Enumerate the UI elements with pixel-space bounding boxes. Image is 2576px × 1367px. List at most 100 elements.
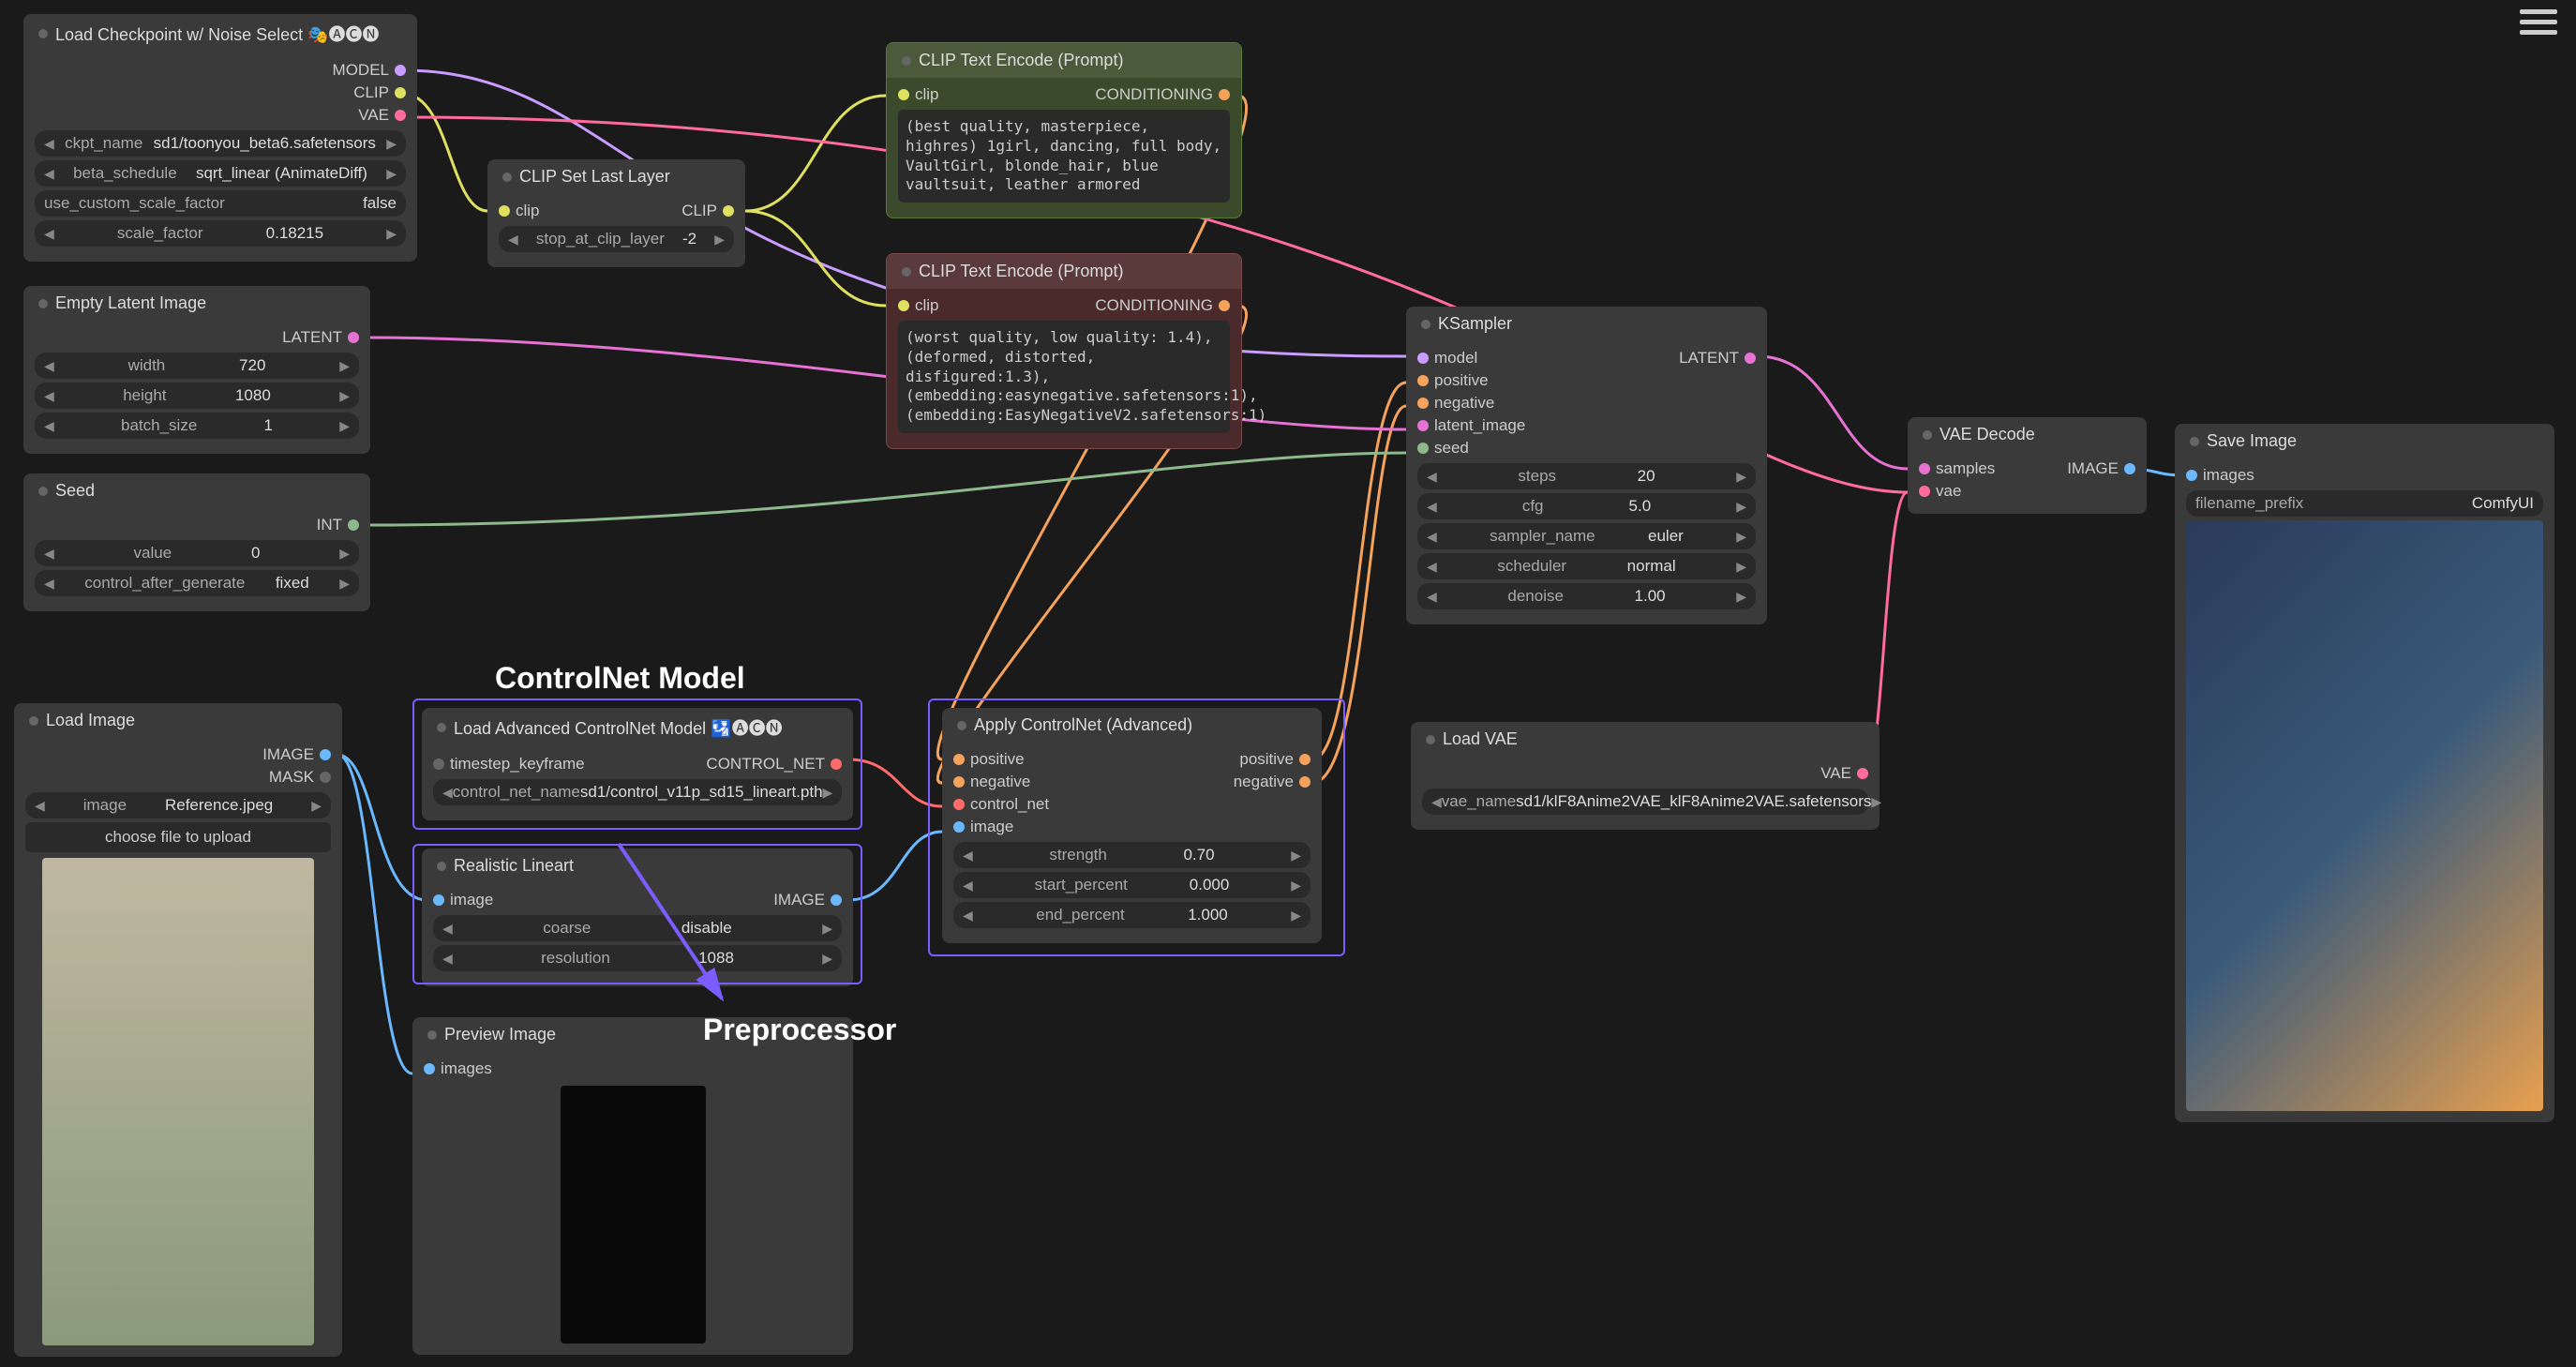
- slot-dot[interactable]: [348, 332, 359, 343]
- slot-dot[interactable]: [1219, 89, 1230, 100]
- prompt-text[interactable]: (worst quality, low quality: 1.4), (defo…: [898, 321, 1230, 433]
- widget-cfg[interactable]: ◀cfg5.0▶: [1417, 493, 1756, 519]
- widget-batch[interactable]: ◀batch_size1▶: [35, 413, 359, 439]
- widget-ckpt-name[interactable]: ◀ckpt_namesd1/toonyou_beta6.safetensors▶: [35, 130, 406, 157]
- node-load-adv-controlnet[interactable]: Load Advanced ControlNet Model 🛂🅐🅒🅝 time…: [422, 708, 853, 820]
- node-header[interactable]: Seed: [23, 473, 370, 508]
- slot-dot[interactable]: [1219, 300, 1230, 311]
- node-ksampler[interactable]: KSampler modelLATENT positive negative l…: [1406, 307, 1767, 624]
- widget-stop-at[interactable]: ◀stop_at_clip_layer-2▶: [499, 226, 734, 252]
- slot-dot[interactable]: [1299, 754, 1310, 765]
- node-canvas[interactable]: Load Checkpoint w/ Noise Select 🎭🅐🅒🅝 MOD…: [0, 0, 2576, 1367]
- node-title: Apply ControlNet (Advanced): [974, 715, 1192, 735]
- choose-file-button[interactable]: choose file to upload: [25, 822, 331, 852]
- slot-dot[interactable]: [1417, 375, 1429, 386]
- node-load-image[interactable]: Load Image IMAGE MASK ◀imageReference.jp…: [14, 703, 342, 1357]
- node-vae-decode[interactable]: VAE Decode samplesIMAGE vae: [1908, 417, 2147, 514]
- node-header[interactable]: Apply ControlNet (Advanced): [942, 708, 1322, 743]
- node-load-checkpoint[interactable]: Load Checkpoint w/ Noise Select 🎭🅐🅒🅝 MOD…: [23, 14, 417, 262]
- node-load-vae[interactable]: Load VAE VAE ◀vae_namesd1/klF8Anime2VAE_…: [1411, 722, 1880, 830]
- widget-height[interactable]: ◀height1080▶: [35, 383, 359, 409]
- slot-dot[interactable]: [1417, 398, 1429, 409]
- widget-filename[interactable]: filename_prefixComfyUI: [2186, 490, 2543, 517]
- slot-dot[interactable]: [320, 749, 331, 760]
- slot-dot[interactable]: [1745, 353, 1756, 364]
- node-header[interactable]: KSampler: [1406, 307, 1767, 341]
- slot-dot[interactable]: [953, 799, 965, 810]
- node-title: Preview Image: [444, 1025, 556, 1044]
- input-image: image: [450, 891, 493, 909]
- widget-sampler[interactable]: ◀sampler_nameeuler▶: [1417, 523, 1756, 549]
- widget-cn-name[interactable]: ◀control_net_namesd1/control_v11p_sd15_l…: [433, 779, 842, 805]
- node-save-image[interactable]: Save Image images filename_prefixComfyUI: [2175, 424, 2554, 1122]
- node-header[interactable]: Load Image: [14, 703, 342, 738]
- input-positive: positive: [970, 750, 1025, 769]
- slot-dot[interactable]: [320, 772, 331, 783]
- slot-dot[interactable]: [831, 759, 842, 770]
- slot-dot[interactable]: [2124, 463, 2135, 474]
- slot-dot[interactable]: [424, 1063, 435, 1074]
- slot-dot[interactable]: [1417, 443, 1429, 454]
- widget-control-after[interactable]: ◀control_after_generatefixed▶: [35, 570, 359, 596]
- node-header[interactable]: Load VAE: [1411, 722, 1880, 757]
- widget-width[interactable]: ◀width720▶: [35, 353, 359, 379]
- node-header[interactable]: Save Image: [2175, 424, 2554, 458]
- node-clip-negative[interactable]: CLIP Text Encode (Prompt) clipCONDITIONI…: [886, 253, 1242, 449]
- slot-dot[interactable]: [433, 759, 444, 770]
- slot-dot[interactable]: [953, 754, 965, 765]
- widget-image[interactable]: ◀imageReference.jpeg▶: [25, 792, 331, 819]
- node-preview-image[interactable]: Preview Image images: [412, 1017, 853, 1355]
- menu-icon[interactable]: [2520, 9, 2557, 35]
- node-header[interactable]: Load Checkpoint w/ Noise Select 🎭🅐🅒🅝: [23, 14, 417, 53]
- node-realistic-lineart[interactable]: Realistic Lineart imageIMAGE ◀coarsedisa…: [422, 849, 853, 986]
- prompt-text[interactable]: (best quality, masterpiece, highres) 1gi…: [898, 110, 1230, 203]
- node-clip-positive[interactable]: CLIP Text Encode (Prompt) clipCONDITIONI…: [886, 42, 1242, 218]
- input-positive: positive: [1434, 371, 1489, 390]
- widget-strength[interactable]: ◀strength0.70▶: [953, 842, 1310, 868]
- widget-steps[interactable]: ◀steps20▶: [1417, 463, 1756, 489]
- node-header[interactable]: Load Advanced ControlNet Model 🛂🅐🅒🅝: [422, 708, 853, 747]
- slot-dot[interactable]: [953, 776, 965, 788]
- node-header[interactable]: Empty Latent Image: [23, 286, 370, 321]
- slot-dot[interactable]: [1417, 353, 1429, 364]
- slot-dot[interactable]: [395, 65, 406, 76]
- node-empty-latent[interactable]: Empty Latent Image LATENT ◀width720▶ ◀he…: [23, 286, 370, 454]
- slot-dot[interactable]: [831, 894, 842, 906]
- slot-dot[interactable]: [2186, 470, 2197, 481]
- slot-dot[interactable]: [898, 300, 909, 311]
- node-title: Seed: [55, 481, 95, 501]
- slot-dot[interactable]: [499, 205, 510, 217]
- widget-scheduler[interactable]: ◀schedulernormal▶: [1417, 553, 1756, 579]
- node-header[interactable]: CLIP Set Last Layer: [487, 159, 745, 194]
- widget-use-custom[interactable]: use_custom_scale_factorfalse: [35, 190, 406, 217]
- widget-scale-factor[interactable]: ◀scale_factor0.18215▶: [35, 220, 406, 247]
- node-apply-controlnet[interactable]: Apply ControlNet (Advanced) positiveposi…: [942, 708, 1322, 943]
- node-header[interactable]: CLIP Text Encode (Prompt): [887, 43, 1241, 78]
- slot-dot[interactable]: [395, 110, 406, 121]
- slot-dot[interactable]: [1857, 768, 1868, 779]
- node-seed[interactable]: Seed INT ◀value0▶ ◀control_after_generat…: [23, 473, 370, 611]
- slot-dot[interactable]: [723, 205, 734, 217]
- slot-dot[interactable]: [1919, 463, 1930, 474]
- widget-resolution[interactable]: ◀resolution1088▶: [433, 945, 842, 971]
- widget-beta-schedule[interactable]: ◀beta_schedulesqrt_linear (AnimateDiff)▶: [35, 160, 406, 187]
- node-header[interactable]: Realistic Lineart: [422, 849, 853, 883]
- slot-dot[interactable]: [433, 894, 444, 906]
- slot-dot[interactable]: [953, 821, 965, 833]
- slot-dot[interactable]: [348, 519, 359, 531]
- node-header[interactable]: VAE Decode: [1908, 417, 2147, 452]
- slot-dot[interactable]: [395, 87, 406, 98]
- widget-end-pct[interactable]: ◀end_percent1.000▶: [953, 902, 1310, 928]
- slot-dot[interactable]: [1299, 776, 1310, 788]
- widget-start-pct[interactable]: ◀start_percent0.000▶: [953, 872, 1310, 898]
- node-header[interactable]: CLIP Text Encode (Prompt): [887, 254, 1241, 289]
- widget-vae-name[interactable]: ◀vae_namesd1/klF8Anime2VAE_klF8Anime2VAE…: [1422, 789, 1868, 815]
- slot-dot[interactable]: [898, 89, 909, 100]
- slot-dot[interactable]: [1919, 486, 1930, 497]
- slot-dot[interactable]: [1417, 420, 1429, 431]
- widget-value[interactable]: ◀value0▶: [35, 540, 359, 566]
- widget-denoise[interactable]: ◀denoise1.00▶: [1417, 583, 1756, 609]
- node-clip-set-last[interactable]: CLIP Set Last Layer clipCLIP ◀stop_at_cl…: [487, 159, 745, 267]
- widget-coarse[interactable]: ◀coarsedisable▶: [433, 915, 842, 941]
- output-image: IMAGE: [2067, 459, 2119, 478]
